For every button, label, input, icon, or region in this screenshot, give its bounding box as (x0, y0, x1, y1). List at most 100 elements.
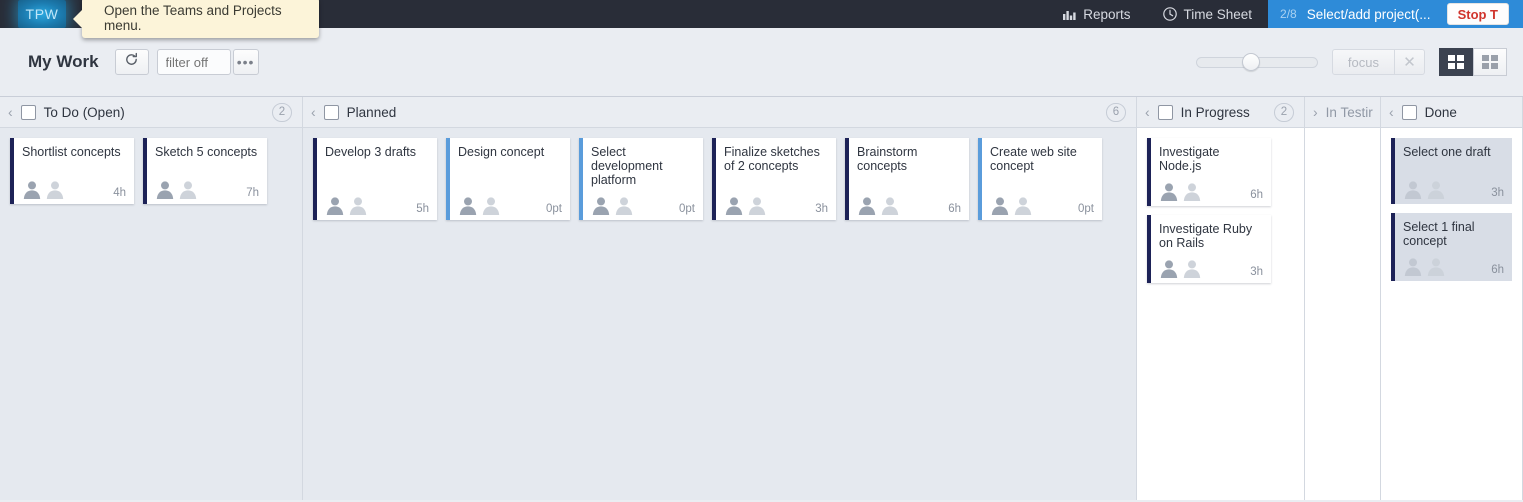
bar-chart-icon (1063, 8, 1076, 20)
avatar[interactable] (591, 195, 611, 215)
focus-button[interactable]: focus (1331, 49, 1395, 75)
task-card-title: Select one draft (1403, 145, 1491, 159)
card-size-slider[interactable] (1195, 49, 1318, 75)
avatar[interactable] (857, 195, 877, 215)
assignee-avatars[interactable] (325, 195, 368, 215)
grid-view-button[interactable] (1439, 48, 1473, 76)
task-card[interactable]: Select one draft 3h (1391, 138, 1512, 204)
task-card-title: Investigate Ruby on Rails (1159, 222, 1253, 250)
task-card-title: Finalize sketches of 2 concepts (724, 145, 820, 173)
task-estimate: 6h (1491, 264, 1504, 276)
avatar[interactable] (1426, 179, 1446, 199)
column-select-checkbox[interactable] (1401, 104, 1417, 120)
avatar[interactable] (458, 195, 478, 215)
task-card[interactable]: Finalize sketches of 2 concepts 3h (712, 138, 836, 220)
list-view-icon (1482, 55, 1498, 69)
assignee-avatars[interactable] (155, 179, 198, 199)
tpw-logo-button[interactable]: TPW (18, 0, 66, 28)
task-card[interactable]: Select 1 final concept 6h (1391, 213, 1512, 281)
avatar[interactable] (155, 179, 175, 199)
avatar[interactable] (178, 179, 198, 199)
task-estimate: 3h (1491, 187, 1504, 199)
assignee-avatars[interactable] (857, 195, 900, 215)
column-title: To Do (Open) (43, 104, 125, 120)
slider-handle[interactable] (1241, 53, 1260, 71)
chevron-right-icon[interactable]: › (1313, 105, 1318, 119)
chevron-left-icon[interactable]: ‹ (8, 105, 13, 119)
board-column-in-testir: › In Testir (1305, 97, 1381, 500)
task-card[interactable]: Brainstorm concepts 6h (845, 138, 969, 220)
avatar[interactable] (1403, 179, 1423, 199)
avatar[interactable] (1159, 181, 1179, 201)
task-card[interactable]: Investigate Ruby on Rails 3h (1147, 215, 1271, 283)
tpw-logo-label: TPW (25, 6, 59, 22)
project-fraction: 2/8 (1280, 7, 1297, 21)
assignee-avatars[interactable] (458, 195, 501, 215)
column-select-checkbox[interactable] (20, 104, 36, 120)
avatar[interactable] (880, 195, 900, 215)
task-card-footer: 5h (325, 195, 429, 215)
column-header: ‹ Done (1381, 97, 1522, 128)
task-card[interactable]: Design concept 0pt (446, 138, 570, 220)
focus-control-group: focus ✕ (1331, 49, 1425, 75)
avatar[interactable] (22, 179, 42, 199)
column-select-checkbox[interactable] (1157, 104, 1173, 120)
column-select-checkbox[interactable] (323, 104, 339, 120)
assignee-avatars[interactable] (1403, 179, 1446, 199)
avatar[interactable] (1426, 256, 1446, 276)
chevron-left-icon[interactable]: ‹ (1389, 105, 1394, 119)
task-card[interactable]: Create web site concept 0pt (978, 138, 1102, 220)
assignee-avatars[interactable] (1403, 256, 1446, 276)
assignee-avatars[interactable] (1159, 258, 1202, 278)
avatar[interactable] (45, 179, 65, 199)
column-count-badge: 6 (1106, 102, 1126, 122)
assignee-avatars[interactable] (724, 195, 767, 215)
task-card[interactable]: Select development platform 0pt (579, 138, 703, 220)
column-card-list: Investigate Node.js 6h Investigate Ruby on… (1137, 128, 1304, 500)
avatar[interactable] (724, 195, 744, 215)
task-card-footer: 6h (1159, 181, 1263, 201)
avatar[interactable] (990, 195, 1010, 215)
reports-nav-link[interactable]: Reports (1047, 0, 1146, 28)
avatar[interactable] (348, 195, 368, 215)
time-sheet-nav-link[interactable]: Time Sheet (1147, 0, 1269, 28)
select-add-project-panel[interactable]: 2/8 Select/add project(... Stop T (1268, 0, 1523, 28)
refresh-button[interactable] (114, 49, 149, 75)
task-card[interactable]: Sketch 5 concepts 7h (143, 138, 267, 204)
grid-view-icon (1448, 55, 1464, 69)
task-card-footer: 6h (857, 195, 961, 215)
avatar[interactable] (1182, 181, 1202, 201)
avatar[interactable] (1182, 258, 1202, 278)
avatar[interactable] (747, 195, 767, 215)
list-view-button[interactable] (1473, 48, 1507, 76)
avatar[interactable] (1013, 195, 1033, 215)
avatar[interactable] (1403, 256, 1423, 276)
assignee-avatars[interactable] (990, 195, 1033, 215)
assignee-avatars[interactable] (591, 195, 634, 215)
task-card[interactable]: Investigate Node.js 6h (1147, 138, 1271, 206)
close-icon[interactable]: ✕ (1395, 49, 1425, 75)
assignee-avatars[interactable] (1159, 181, 1202, 201)
filter-input[interactable] (156, 49, 231, 75)
task-estimate: 0pt (679, 203, 695, 215)
stop-timer-button[interactable]: Stop T (1446, 3, 1509, 25)
kanban-board: ‹ To Do (Open) 2 Shortlist concepts 4h Sketch… (0, 97, 1523, 500)
avatar[interactable] (325, 195, 345, 215)
assignee-avatars[interactable] (22, 179, 65, 199)
column-header: ‹ To Do (Open) 2 (0, 97, 302, 128)
avatar[interactable] (614, 195, 634, 215)
task-card-title: Create web site concept (990, 145, 1077, 173)
task-card[interactable]: Shortlist concepts 4h (10, 138, 134, 204)
task-estimate: 6h (948, 203, 961, 215)
chevron-left-icon[interactable]: ‹ (311, 105, 316, 119)
column-card-list (1305, 128, 1380, 500)
avatar[interactable] (1159, 258, 1179, 278)
page-title: My Work (28, 52, 99, 71)
task-card[interactable]: Develop 3 drafts 5h (313, 138, 437, 220)
teams-projects-tooltip: Open the Teams and Projects menu. (73, 0, 319, 38)
filter-options-button[interactable]: ••• (232, 49, 259, 75)
avatar[interactable] (481, 195, 501, 215)
chevron-left-icon[interactable]: ‹ (1145, 105, 1150, 119)
column-card-list: Develop 3 drafts 5h Design concept 0pt Selec… (303, 128, 1136, 500)
task-card-title: Develop 3 drafts (325, 145, 417, 159)
